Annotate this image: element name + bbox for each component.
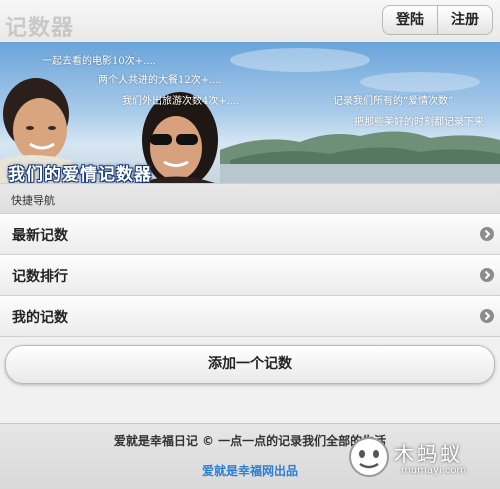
nav-item-latest[interactable]: 最新记数 (0, 214, 500, 255)
nav-item-label: 记数排行 (12, 269, 68, 285)
watermark-brand: 木蚂蚁 (394, 442, 463, 466)
header-bar: 记数器 登陆 注册 (0, 0, 500, 42)
quick-nav-header: 快捷导航 (0, 183, 500, 214)
banner-caption-4: 记录我们所有的“爱情次数” (333, 96, 454, 107)
chevron-right-icon (480, 268, 494, 282)
nav-item-label: 我的记数 (12, 310, 68, 326)
chevron-right-icon (480, 309, 494, 323)
mumayi-watermark: 木蚂蚁 mumayi.com (343, 432, 497, 486)
watermark-url: mumayi.com (401, 465, 467, 476)
banner-caption-1: 一起去看的电影10次+.... (42, 56, 156, 67)
nav-item-ranking[interactable]: 记数排行 (0, 255, 500, 296)
add-counter-button[interactable]: 添加一个记数 (5, 345, 495, 384)
hero-banner: 一起去看的电影10次+.... 两个人共进的大餐12次+.... 我们外出旅游次… (0, 42, 500, 183)
banner-caption-5: 把那些美好的时刻都记录下来 (354, 117, 484, 128)
banner-caption-3: 我们外出旅游次数4次+.... (122, 96, 240, 107)
chevron-right-icon (480, 227, 494, 241)
auth-button-group: 登陆 注册 (382, 5, 493, 35)
nav-item-mine[interactable]: 我的记数 (0, 296, 500, 337)
banner-title: 我们的爱情记数器 (8, 165, 152, 183)
app-title: 记数器 (5, 16, 75, 41)
quick-nav-title: 快捷导航 (11, 194, 55, 207)
nav-item-label: 最新记数 (12, 228, 68, 244)
register-button[interactable]: 注册 (437, 6, 492, 34)
login-button[interactable]: 登陆 (383, 6, 437, 34)
ant-logo-icon (349, 437, 389, 477)
banner-caption-2: 两个人共进的大餐12次+.... (98, 75, 222, 86)
